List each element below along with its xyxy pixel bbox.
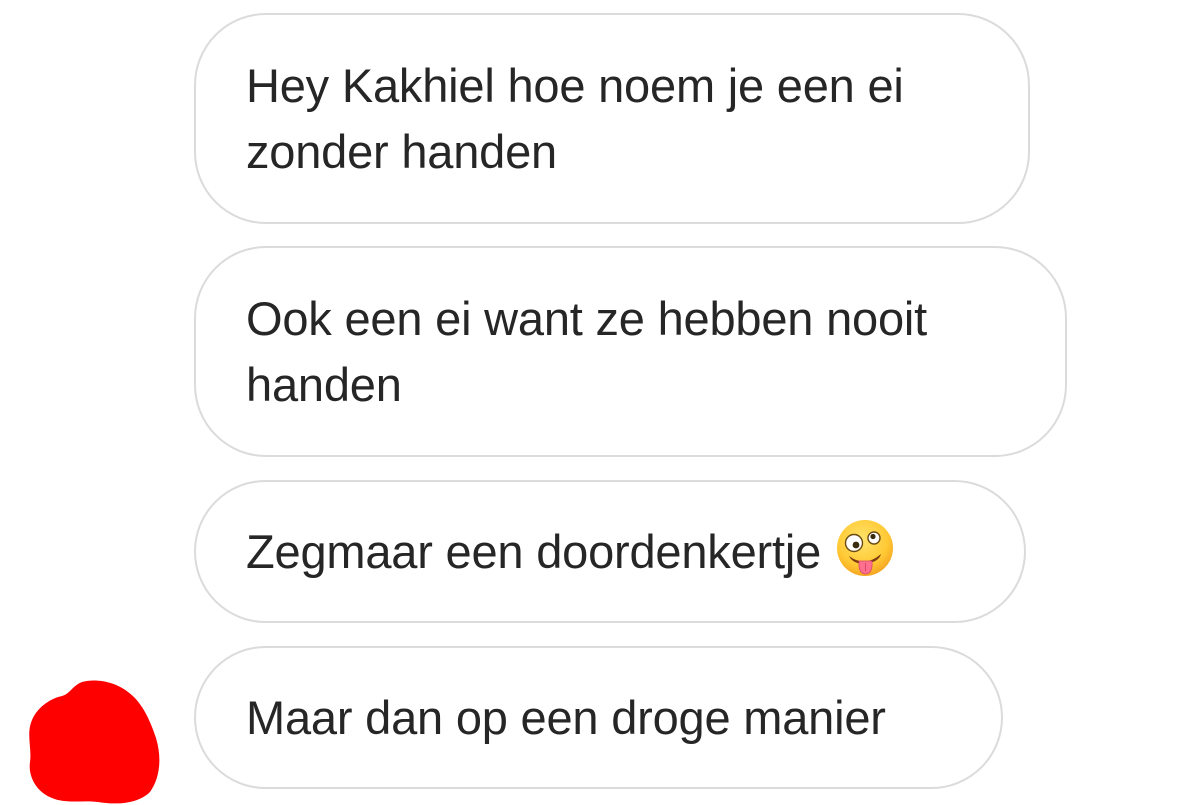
message-bubble[interactable]: Ook een ei want ze hebben nooit handen: [194, 246, 1067, 457]
message-bubble[interactable]: Hey Kakhiel hoe noem je een ei zonder ha…: [194, 13, 1030, 224]
message-text: Zegmaar een doordenkertje: [246, 525, 822, 578]
message-bubble[interactable]: Zegmaar een doordenkertje: [194, 480, 1026, 623]
zany-face-icon: [835, 518, 895, 578]
red-redaction-scribble: [29, 680, 160, 804]
message-text: Ook een ei want ze hebben nooit handen: [246, 291, 928, 411]
message-text: Maar dan op een droge manier: [246, 690, 886, 744]
message-bubble[interactable]: Maar dan op een droge manier: [194, 646, 1003, 789]
message-text: Hey Kakhiel hoe noem je een ei zonder ha…: [246, 58, 904, 178]
